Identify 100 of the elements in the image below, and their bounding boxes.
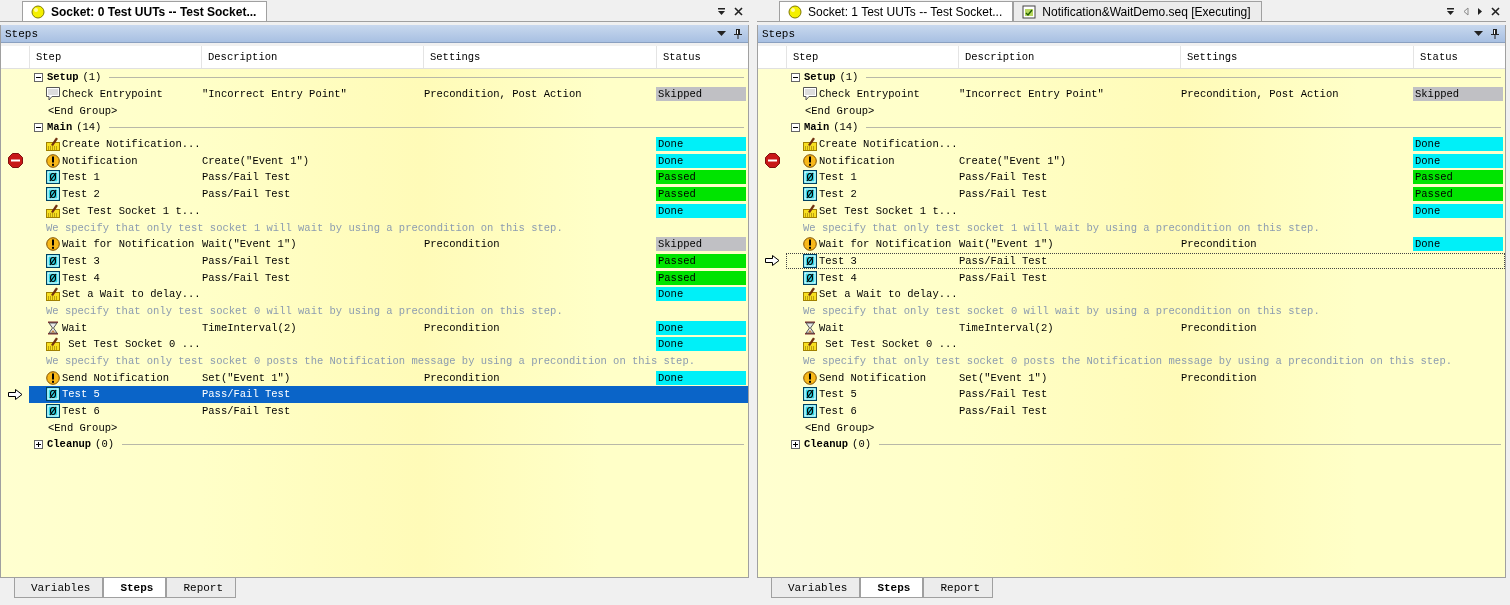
group-count: (0) [95, 438, 114, 451]
column-header[interactable]: Settings [423, 46, 656, 68]
step-description: Set("Event 1") [202, 371, 291, 384]
view-tab[interactable]: Variables [14, 578, 104, 598]
step-description: Set("Event 1") [959, 371, 1048, 384]
column-header[interactable]: Settings [1180, 46, 1413, 68]
expander-icon[interactable] [791, 122, 800, 132]
step-row[interactable]: Wait TimeInterval(2) Precondition Done [29, 319, 748, 336]
expander-icon[interactable] [791, 72, 800, 82]
step-row[interactable]: Set Test Socket 1 t... Done [29, 202, 748, 220]
statement-icon [46, 337, 60, 352]
status-light-icon [31, 4, 45, 19]
step-row[interactable]: Test 1 Pass/Fail Test Passed [786, 169, 1505, 186]
group-name: Cleanup [47, 438, 92, 451]
test-icon [803, 387, 817, 402]
step-row[interactable]: Create Notification... Done [786, 135, 1505, 153]
view-tab[interactable]: Steps [103, 578, 167, 598]
document-tab[interactable]: Notification&WaitDemo.seq [Executing] [1013, 1, 1262, 21]
column-header[interactable]: Status [1413, 46, 1505, 68]
step-description: Pass/Fail Test [959, 188, 1048, 201]
view-tab[interactable]: Variables [771, 578, 861, 598]
step-row[interactable]: Check Entrypoint "Incorrect Entry Point" Precondition, Post Action Skipped [29, 85, 748, 103]
step-row[interactable]: Test 4 Pass/Fail Test [786, 269, 1505, 286]
step-row[interactable]: Test 6 Pass/Fail Test [29, 402, 748, 420]
step-name: Test 2 [62, 188, 100, 201]
step-row[interactable]: Test 1 Pass/Fail Test Passed [29, 169, 748, 186]
step-description: Create("Event 1") [202, 154, 310, 167]
document-tab[interactable]: Socket: 1 Test UUTs -- Test Socket... [779, 1, 1014, 21]
step-description: "Incorrect Entry Point" [202, 88, 347, 101]
step-row[interactable]: Test 2 Pass/Fail Test Passed [786, 185, 1505, 203]
dropdown-icon[interactable] [1474, 30, 1483, 37]
group-count: (0) [852, 438, 871, 451]
step-row[interactable]: Test 6 Pass/Fail Test [786, 402, 1505, 420]
step-row[interactable]: Notification Create("Event 1") Done [786, 152, 1505, 170]
test-icon [46, 404, 60, 419]
alert-icon [803, 370, 817, 385]
pin-icon[interactable] [734, 28, 742, 39]
step-row[interactable]: Test 5 Pass/Fail Test [29, 386, 748, 403]
end-group-label: <End Group> [805, 421, 875, 434]
status-badge: Passed [1413, 187, 1503, 202]
document-tab[interactable]: Socket: 0 Test UUTs -- Test Socket... [22, 1, 268, 21]
step-row[interactable]: Wait for Notification Wait("Event 1") Precondition Skipped [29, 235, 748, 253]
step-description: Pass/Fail Test [202, 271, 291, 284]
step-description: Pass/Fail Test [202, 171, 291, 184]
column-header[interactable]: Description [201, 46, 423, 68]
expander-icon[interactable] [34, 122, 43, 132]
alert-icon [803, 153, 817, 168]
breakpoint-icon[interactable] [764, 153, 780, 169]
menu-icon[interactable] [717, 7, 726, 16]
menu-icon[interactable] [1446, 7, 1455, 16]
group-name: Cleanup [804, 438, 849, 451]
view-tab[interactable]: Steps [860, 578, 924, 598]
expander-icon[interactable] [34, 439, 43, 449]
step-name: Test 3 [62, 254, 100, 267]
step-row[interactable]: Wait TimeInterval(2) Precondition [786, 319, 1505, 336]
step-row[interactable]: Test 3 Pass/Fail Test [786, 252, 1505, 270]
test-icon [46, 170, 60, 185]
step-row[interactable]: Test 4 Pass/Fail Test Passed [29, 269, 748, 286]
scroll-left-icon[interactable] [1463, 7, 1469, 16]
step-row[interactable]: Set a Wait to delay... [786, 285, 1505, 303]
step-description: Pass/Fail Test [959, 271, 1048, 284]
step-row[interactable]: Create Notification... Done [29, 135, 748, 153]
step-row[interactable]: Notification Create("Event 1") Done [29, 152, 748, 170]
step-name: Set Test Socket 1 t... [62, 204, 201, 217]
step-row[interactable]: Test 3 Pass/Fail Test Passed [29, 252, 748, 270]
view-tab[interactable]: Report [923, 578, 994, 598]
step-description: TimeInterval(2) [959, 321, 1054, 334]
step-description: "Incorrect Entry Point" [959, 88, 1104, 101]
pin-icon[interactable] [1491, 28, 1499, 39]
step-row[interactable]: Set Test Socket 0 ... Done [29, 336, 748, 353]
step-row[interactable]: Test 2 Pass/Fail Test Passed [29, 185, 748, 203]
step-name: Send Notification [62, 371, 170, 384]
column-header[interactable]: Step [786, 46, 958, 68]
step-row[interactable]: Set a Wait to delay... Done [29, 285, 748, 303]
status-badge: Done [656, 287, 746, 302]
expander-icon[interactable] [34, 72, 43, 82]
view-tab[interactable]: Report [166, 578, 237, 598]
close-icon[interactable] [734, 7, 743, 16]
step-row[interactable]: Wait for Notification Wait("Event 1") Precondition Done [786, 235, 1505, 253]
step-name: Test 3 [819, 254, 857, 267]
column-header[interactable]: Description [958, 46, 1180, 68]
step-row[interactable]: Test 5 Pass/Fail Test [786, 386, 1505, 403]
status-badge: Done [656, 153, 746, 168]
close-icon[interactable] [1491, 7, 1500, 16]
alert-icon [803, 237, 817, 252]
statement-icon [46, 203, 60, 218]
expander-icon[interactable] [791, 439, 800, 449]
scroll-right-icon[interactable] [1477, 7, 1483, 16]
step-name: Set a Wait to delay... [62, 288, 201, 301]
message-icon [803, 87, 817, 102]
breakpoint-icon[interactable] [7, 153, 23, 169]
column-header[interactable]: Step [29, 46, 201, 68]
step-row[interactable]: Send Notification Set("Event 1") Precondition [786, 369, 1505, 387]
statement-icon [803, 287, 817, 302]
step-row[interactable]: Set Test Socket 1 t... Done [786, 202, 1505, 220]
step-row[interactable]: Send Notification Set("Event 1") Precondition Done [29, 369, 748, 387]
step-row[interactable]: Set Test Socket 0 ... [786, 336, 1505, 353]
dropdown-icon[interactable] [717, 30, 726, 37]
step-row[interactable]: Check Entrypoint "Incorrect Entry Point" Precondition, Post Action Skipped [786, 85, 1505, 103]
column-header[interactable]: Status [656, 46, 748, 68]
